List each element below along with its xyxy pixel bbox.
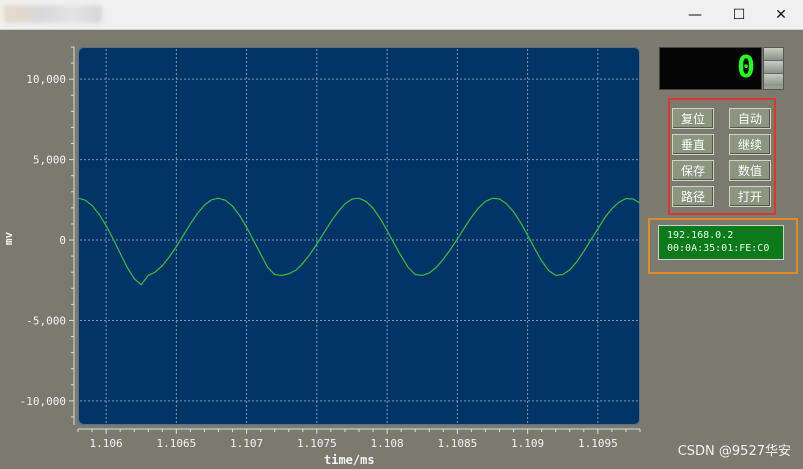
network-info-display: 192.168.0.2 00:0A:35:01:FE:C0 bbox=[658, 225, 784, 260]
mac-address: 00:0A:35:01:FE:C0 bbox=[667, 243, 770, 254]
auto-button[interactable]: 自动 bbox=[729, 108, 771, 129]
value-button[interactable]: 数值 bbox=[729, 160, 771, 181]
save-button[interactable]: 保存 bbox=[672, 160, 714, 181]
open-button[interactable]: 打开 bbox=[729, 186, 771, 207]
x-tick-label: 1.1065 bbox=[156, 437, 196, 450]
spin-up-button[interactable] bbox=[764, 48, 783, 61]
x-tick-label: 1.106 bbox=[90, 437, 123, 450]
lcd-digit: 0 bbox=[736, 50, 755, 85]
lcd-counter-display: 0 bbox=[659, 47, 762, 90]
y-axis-label: mv bbox=[2, 231, 16, 246]
ip-address: 192.168.0.2 bbox=[667, 230, 734, 241]
x-tick-label: 1.1075 bbox=[297, 437, 337, 450]
spin-middle bbox=[764, 61, 783, 74]
vertical-button[interactable]: 垂直 bbox=[672, 134, 714, 155]
continue-button[interactable]: 继续 bbox=[729, 134, 771, 155]
x-tick-label: 1.1095 bbox=[578, 437, 618, 450]
x-tick-label: 1.107 bbox=[230, 437, 263, 450]
x-axis-label: time/ms bbox=[324, 453, 375, 467]
x-tick-label: 1.108 bbox=[371, 437, 404, 450]
x-tick-label: 1.109 bbox=[511, 437, 544, 450]
path-button[interactable]: 路径 bbox=[672, 186, 714, 207]
lcd-spin-control[interactable] bbox=[763, 47, 784, 90]
waveform-trace bbox=[77, 197, 641, 286]
watermark: CSDN @9527华安 bbox=[677, 444, 791, 459]
y-tick-label: 10,000 bbox=[26, 73, 66, 86]
x-tick-label: 1.1085 bbox=[437, 437, 477, 450]
reset-button[interactable]: 复位 bbox=[672, 108, 714, 129]
y-tick-label: -5,000 bbox=[26, 314, 66, 327]
y-tick-label: 5,000 bbox=[33, 154, 66, 167]
y-tick-label: 0 bbox=[59, 234, 66, 247]
y-tick-label: -10,000 bbox=[20, 395, 66, 408]
spin-down-button[interactable] bbox=[764, 74, 783, 86]
